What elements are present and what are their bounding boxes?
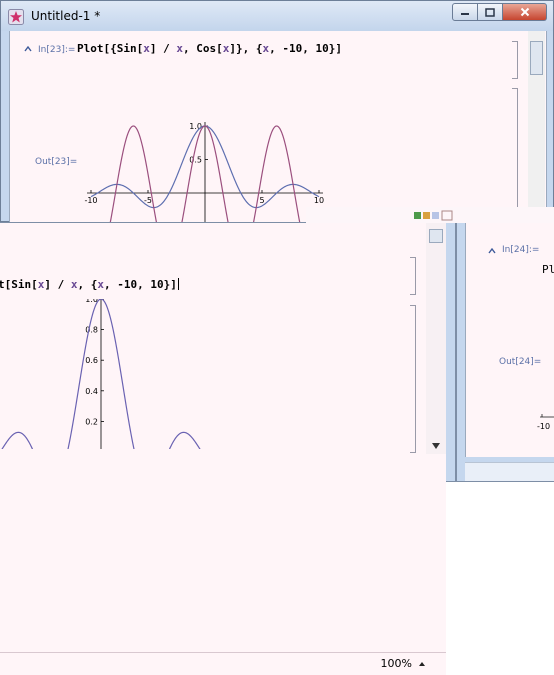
y-tick-label: 0.5 — [189, 156, 202, 165]
input-cell[interactable]: Plot[{Sin[x] / x, Cos[x]}, {x, -10, 10}] — [77, 42, 342, 55]
input-text-part: , Cos[ — [182, 42, 223, 55]
cell-bracket[interactable] — [512, 41, 518, 79]
x-tick-label: 10 — [314, 196, 324, 205]
input-label: In[23]:= — [38, 45, 76, 55]
window-controls — [452, 3, 547, 21]
close-button[interactable] — [503, 3, 547, 21]
notebook-window-front[interactable]: t[Sin[x] / x, {x, -10, 10}] -55101.00.80… — [0, 222, 456, 675]
y-tick-label: 0.4 — [85, 387, 98, 396]
input-text-part: , -10, 10}] — [269, 42, 342, 55]
status-bar: 100% — [0, 652, 446, 675]
notebook-window-untitled-1[interactable]: Untitled-1 * In[23]:= Plot[{Sin[x] / x, … — [0, 0, 554, 223]
scrollbar-thumb[interactable] — [530, 41, 543, 75]
scroll-down-icon[interactable] — [431, 442, 441, 450]
plot-sin-cos: -10-55101.00.5-0.5-1.0 — [84, 122, 324, 223]
tick-label: -10 — [537, 422, 550, 431]
y-tick-label: 1.0 — [189, 122, 202, 131]
y-tick-label: 0.2 — [85, 417, 98, 426]
window-toolbar-icons — [414, 210, 453, 221]
minimize-icon — [461, 13, 469, 15]
input-text-part: , { — [77, 278, 98, 291]
title-bar[interactable]: Untitled-1 * — [1, 1, 553, 31]
cell-bracket[interactable] — [512, 88, 518, 223]
plot-sin-over-x: -55101.00.80.60.40.2-0.2 — [1, 299, 201, 449]
output-label: Out[24]= — [499, 357, 542, 367]
x-tick-label: -10 — [84, 196, 97, 205]
mathematica-star-icon — [8, 9, 24, 25]
minimize-button[interactable] — [452, 3, 478, 21]
notebook-window-right[interactable]: In[24]:= Pl Out[24]= -10 — [456, 207, 554, 482]
input-cell[interactable]: Pl — [542, 263, 554, 276]
zoom-level[interactable]: 100% — [381, 657, 412, 670]
notebook-content[interactable]: In[23]:= Plot[{Sin[x] / x, Cos[x]}, {x, … — [9, 31, 547, 223]
window-title: Untitled-1 * — [31, 9, 101, 23]
series-line-sinxx — [1, 299, 201, 449]
vertical-scrollbar[interactable] — [426, 223, 446, 454]
notebook-content[interactable]: In[24]:= Pl Out[24]= -10 — [465, 223, 554, 457]
cell-bracket[interactable] — [410, 257, 416, 295]
input-variable: x — [70, 278, 78, 291]
plot-axis-fragment: -10 — [537, 414, 554, 431]
zoom-menu-arrow-icon[interactable] — [418, 661, 426, 667]
input-text-part: t[Sin[ — [0, 278, 38, 291]
status-bar — [465, 462, 554, 481]
scrollbar-thumb[interactable] — [429, 229, 443, 243]
input-variable: x — [97, 278, 104, 291]
input-variable: x — [176, 42, 183, 55]
y-tick-label: 0.8 — [85, 326, 98, 335]
input-text-part: , -10, 10}] — [104, 278, 177, 291]
input-cell[interactable]: t[Sin[x] / x, {x, -10, 10}] — [0, 278, 179, 291]
close-icon — [520, 7, 529, 17]
notebook-content[interactable]: t[Sin[x] / x, {x, -10, 10}] -55101.00.80… — [0, 223, 446, 675]
input-variable: x — [143, 42, 150, 55]
vertical-scrollbar[interactable] — [528, 31, 545, 223]
cell-collapse-icon[interactable] — [24, 46, 32, 52]
input-text-part: ]}, { — [229, 42, 263, 55]
input-text-part: ] / — [149, 42, 177, 55]
text-cursor — [177, 278, 179, 290]
maximize-button[interactable] — [478, 3, 503, 21]
y-tick-label: 0.6 — [85, 356, 98, 365]
input-label: In[24]:= — [502, 245, 540, 255]
input-text-part: ] / — [44, 278, 71, 291]
x-tick-label: 5 — [259, 196, 264, 205]
cell-bracket[interactable] — [410, 305, 416, 453]
cell-collapse-icon[interactable] — [488, 248, 496, 254]
maximize-icon — [485, 7, 495, 17]
input-text-part: Plot[{Sin[ — [77, 42, 144, 55]
